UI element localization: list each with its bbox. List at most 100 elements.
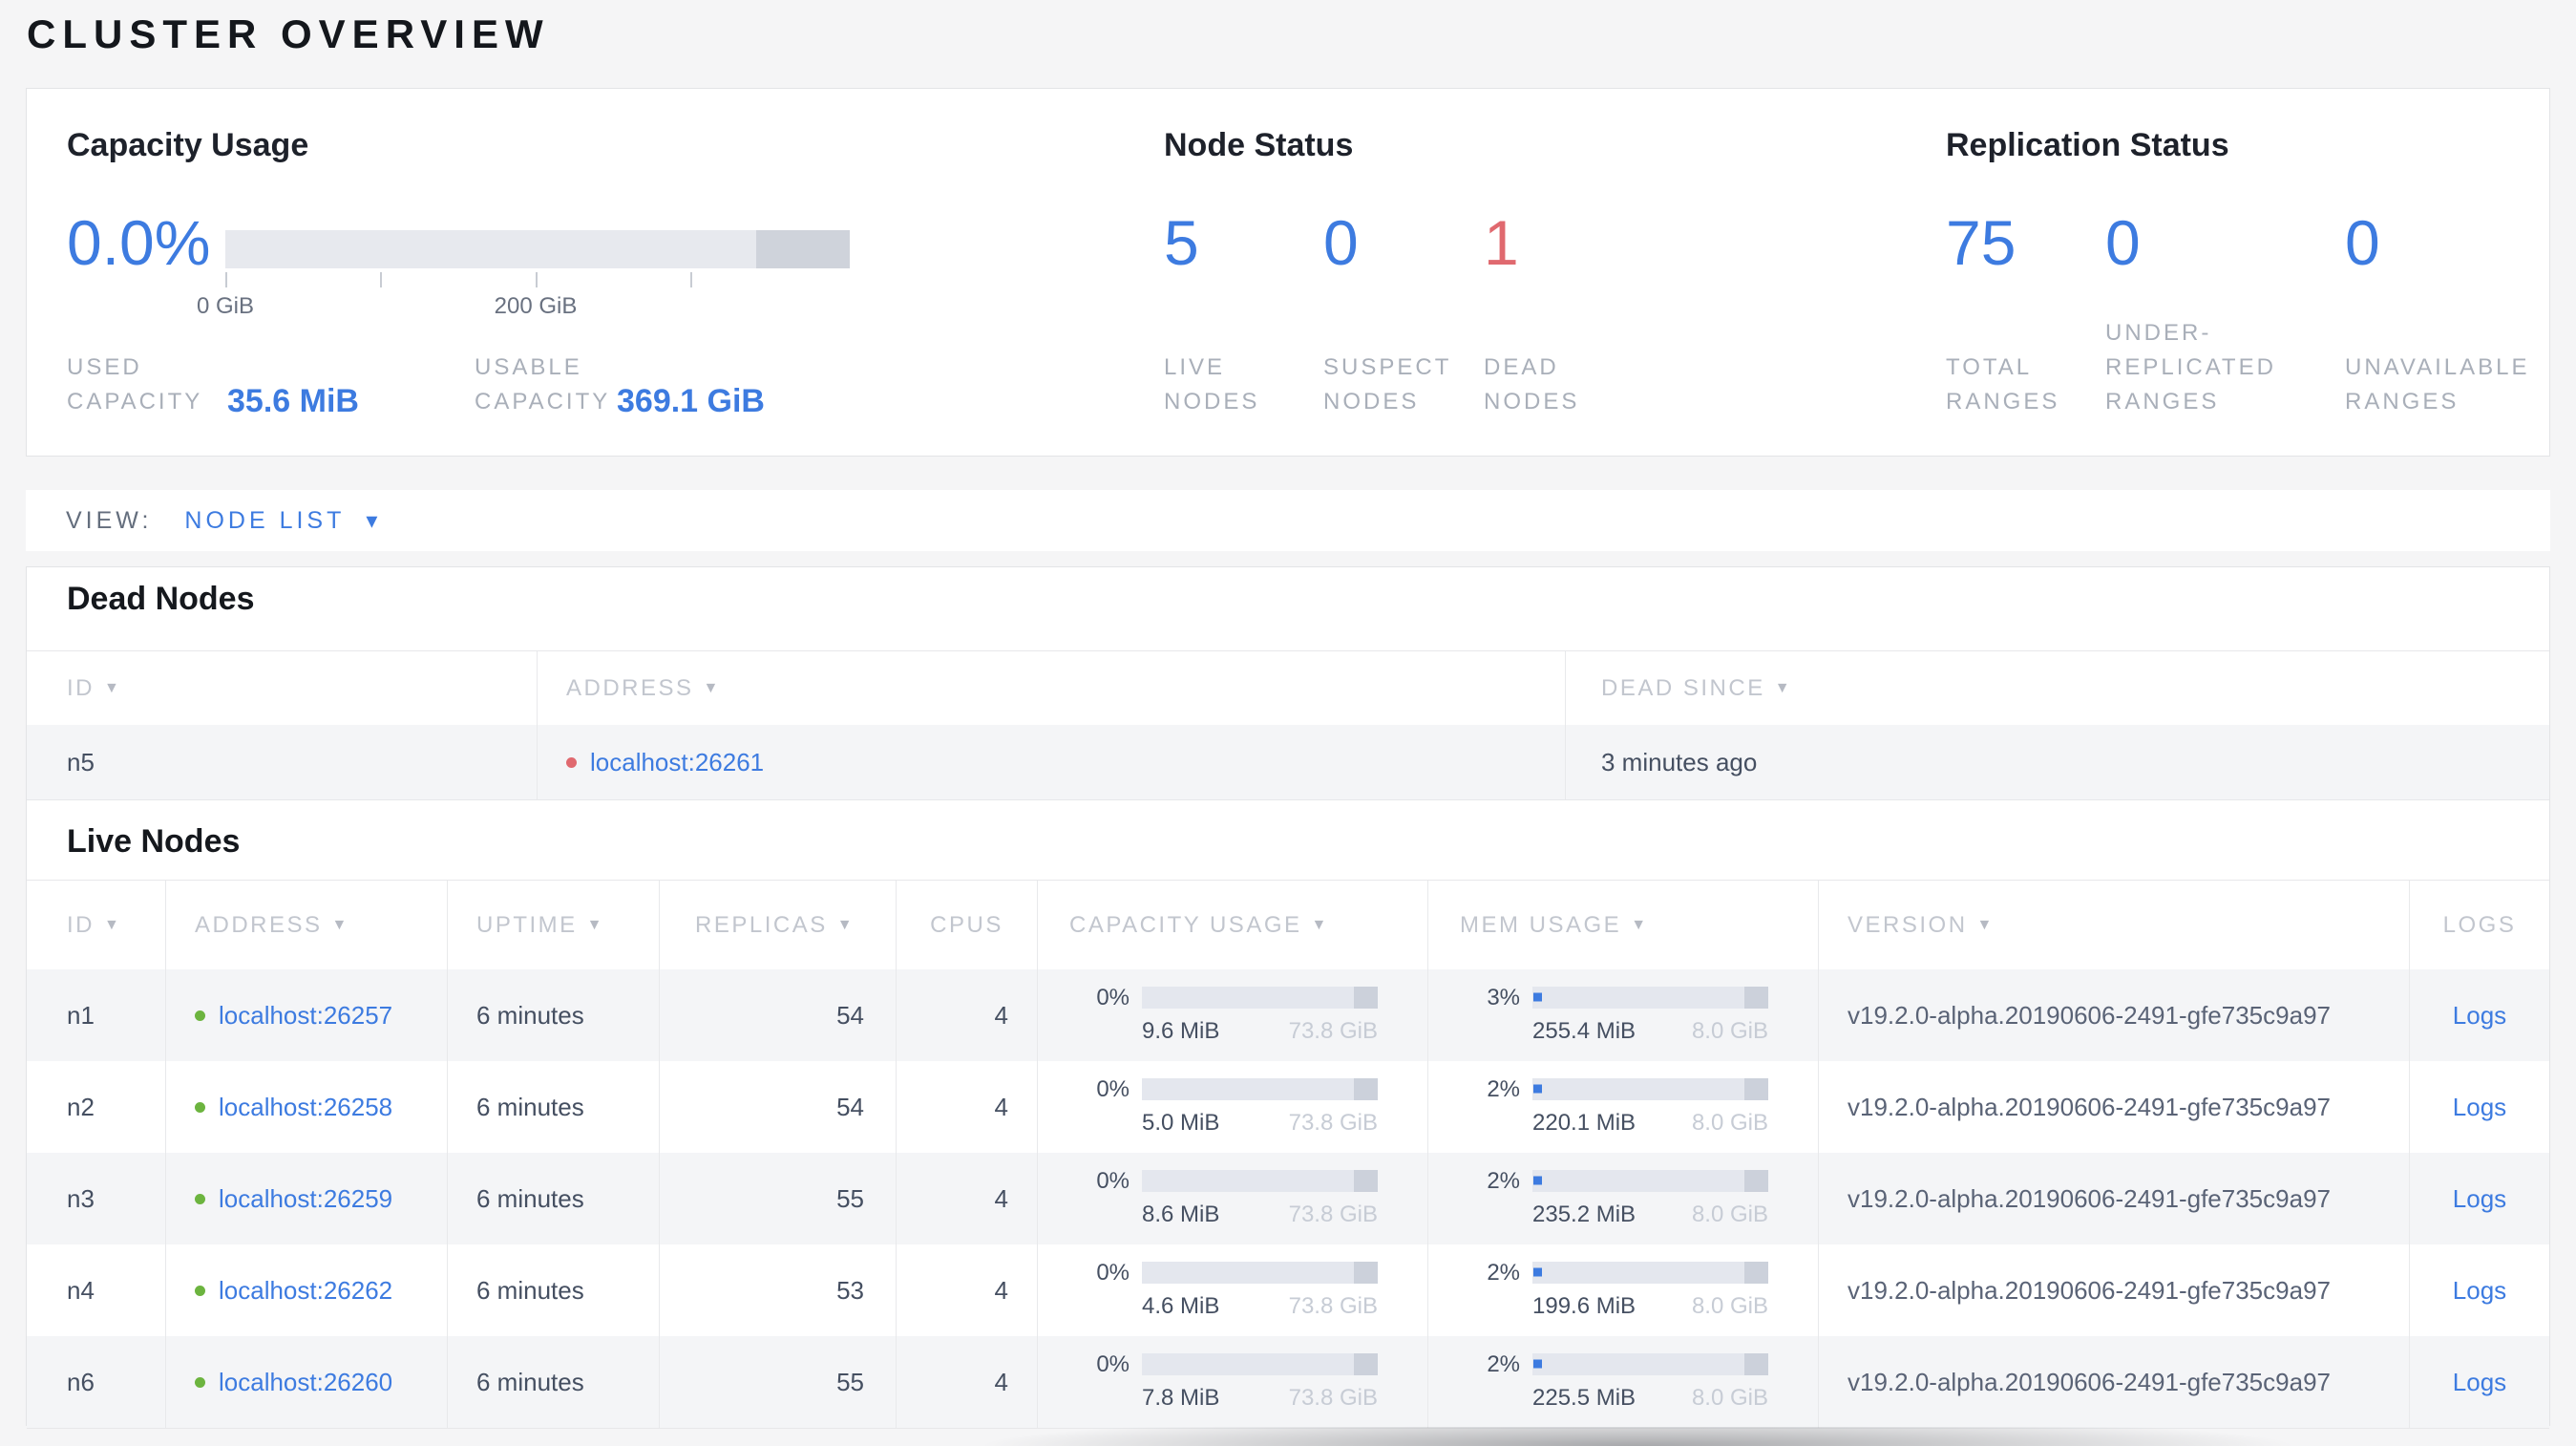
node-address-link[interactable]: localhost:26261 [590,748,764,777]
node-status-panel: Node Status 5 LIVE NODES 0 SUSPECT NODES [1164,89,1918,456]
node-address-link[interactable]: localhost:26260 [219,1368,392,1397]
node-address-link[interactable]: localhost:26262 [219,1276,392,1306]
capacity-used: 4.6 MiB [1142,1292,1220,1319]
column-header-capacity-usage[interactable]: CAPACITY USAGE ▼ [1037,881,1427,969]
under-replicated-count: 0 [2105,207,2141,278]
version-value: v19.2.0-alpha.20190606-2491-gfe735c9a97 [1848,1183,2331,1213]
capacity-usage-meter: 0% 5.0 MiB 73.8 GiB [1038,1075,1427,1137]
cpus-value: 4 [994,1275,1008,1305]
sort-arrow-icon: ▼ [1631,916,1649,933]
mem-percent: 2% [1487,1075,1520,1102]
logs-link[interactable]: Logs [2453,1368,2506,1397]
mem-used: 199.6 MiB [1532,1292,1636,1319]
live-nodes-count: 5 [1164,207,1199,278]
column-header-version[interactable]: VERSION ▼ [1818,881,2409,969]
total-ranges-label: TOTAL RANGES [1946,354,2060,415]
replicas-value: 55 [836,1367,864,1396]
mem-used-chip [1533,992,1542,1002]
column-header-id[interactable]: ID ▼ [27,651,537,725]
node-id: n5 [67,747,95,776]
mem-used: 225.5 MiB [1532,1384,1636,1411]
mem-total: 8.0 GiB [1691,1017,1768,1044]
column-header-address[interactable]: ADDRESS ▼ [537,651,1565,725]
summary-card: Capacity Usage 0.0% 0 GiB 200 GiB USED C… [26,88,2550,457]
mem-total: 8.0 GiB [1691,1201,1768,1227]
mem-total: 8.0 GiB [1691,1109,1768,1136]
mem-bar [1532,1077,1768,1100]
mem-bar [1532,1352,1768,1375]
column-header-dead-since[interactable]: DEAD SINCE ▼ [1565,651,2549,725]
mem-usage-meter: 2% 235.2 MiB 8.0 GiB [1428,1169,1818,1228]
column-header-id[interactable]: ID ▼ [27,881,165,969]
capacity-used: 5.0 MiB [1142,1109,1220,1136]
capacity-total: 73.8 GiB [1288,1109,1378,1136]
uptime-value: 6 minutes [476,1183,584,1213]
mem-usage-meter: 2% 225.5 MiB 8.0 GiB [1428,1352,1818,1412]
logs-link[interactable]: Logs [2453,1276,2506,1306]
axis-tick [380,272,382,287]
capacity-bar [1142,1352,1378,1375]
sort-arrow-icon: ▼ [331,916,349,933]
node-address-link[interactable]: localhost:26259 [219,1184,392,1214]
dead-nodes-count: 1 [1484,207,1519,278]
under-replicated-label: UNDER- REPLICATED RANGES [2105,320,2276,415]
sort-arrow-icon: ▼ [586,916,605,933]
version-value: v19.2.0-alpha.20190606-2491-gfe735c9a97 [1848,1367,2331,1396]
usable-capacity-value: 369.1 GiB [617,383,765,419]
logs-link[interactable]: Logs [2453,1093,2506,1122]
node-address-link[interactable]: localhost:26257 [219,1001,392,1031]
capacity-total: 73.8 GiB [1288,1201,1378,1227]
capacity-used: 9.6 MiB [1142,1017,1220,1044]
capacity-percent: 0.0% [67,207,211,278]
replicas-value: 53 [836,1275,864,1305]
capacity-bar [1142,1261,1378,1284]
column-header-mem-usage[interactable]: MEM USAGE ▼ [1427,881,1818,969]
capacity-usage-panel: Capacity Usage 0.0% 0 GiB 200 GiB USED C… [67,89,1117,456]
capacity-total: 73.8 GiB [1288,1292,1378,1319]
cpus-value: 4 [994,1183,1008,1213]
replicas-value: 54 [836,1092,864,1121]
uptime-value: 6 minutes [476,1000,584,1030]
live-nodes-table: ID ▼ ADDRESS ▼ UPTIME ▼ REPLICAS ▼ CPUS CAPA… [27,880,2549,1429]
replication-status-panel: Replication Status 75 TOTAL RANGES 0 UND… [1946,89,2527,456]
live-node-row: n4 localhost:26262 6 minutes 53 4 0% 4.6… [27,1244,2549,1336]
logs-link[interactable]: Logs [2453,1001,2506,1031]
capacity-percent: 0% [1096,1350,1130,1377]
live-status-dot [195,1010,205,1021]
column-header-replicas[interactable]: REPLICAS ▼ [659,881,896,969]
column-header-uptime[interactable]: UPTIME ▼ [447,881,659,969]
capacity-used: 7.8 MiB [1142,1384,1220,1411]
mem-bar [1532,1169,1768,1192]
cluster-overview-page: CLUSTER OVERVIEW Capacity Usage 0.0% 0 G… [0,0,2576,1446]
live-nodes-heading: Live Nodes [67,823,241,860]
mem-usage-meter: 3% 255.4 MiB 8.0 GiB [1428,986,1818,1045]
live-status-dot [195,1101,205,1113]
capacity-gauge-bar [225,230,850,268]
live-status-dot [195,1285,205,1296]
replication-status-title: Replication Status [1946,127,2229,163]
mem-bar [1532,986,1768,1009]
axis-tick [225,272,227,287]
capacity-percent: 0% [1096,1075,1130,1102]
column-header-address[interactable]: ADDRESS ▼ [165,881,447,969]
capacity-bar [1142,1077,1378,1100]
sort-arrow-icon: ▼ [836,916,855,933]
capacity-usage-meter: 0% 8.6 MiB 73.8 GiB [1038,1167,1427,1228]
used-capacity-value: 35.6 MiB [227,383,359,419]
mem-bar [1532,1261,1768,1284]
view-bar: VIEW: NODE LIST ▾ [26,490,2550,551]
logs-link[interactable]: Logs [2453,1184,2506,1214]
mem-used-chip [1533,1267,1542,1277]
view-label: VIEW: [66,506,153,534]
used-capacity-stat: USED CAPACITY 35.6 MiB [67,351,359,419]
axis-tick [536,272,538,287]
view-dropdown[interactable]: NODE LIST ▾ [184,507,377,535]
live-node-row: n2 localhost:26258 6 minutes 54 4 0% 5.0… [27,1061,2549,1153]
mem-percent: 2% [1487,1259,1520,1286]
capacity-percent: 0% [1096,1167,1130,1194]
capacity-used: 8.6 MiB [1142,1201,1220,1227]
node-address-link[interactable]: localhost:26258 [219,1093,392,1122]
node-id: n6 [67,1367,95,1396]
mem-total: 8.0 GiB [1691,1292,1768,1319]
unavailable-ranges-count: 0 [2345,207,2380,278]
